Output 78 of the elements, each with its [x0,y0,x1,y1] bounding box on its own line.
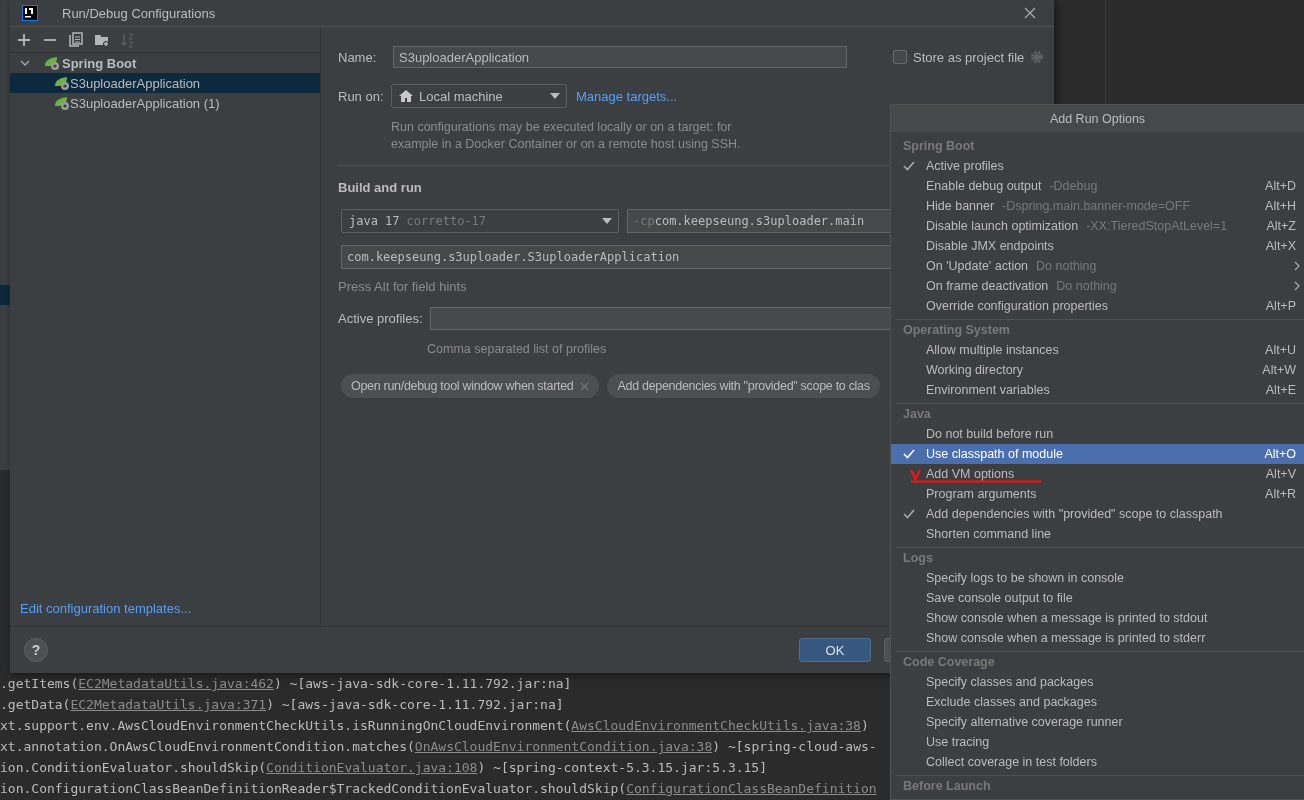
menu-item[interactable]: Add dependencies with "provided" scope to classpath [891,504,1304,524]
menu-item[interactable]: Show console when a message is printed to stdout [891,608,1304,628]
add-icon[interactable] [16,31,32,48]
spring-leaf-icon [44,55,60,71]
menu-item[interactable]: Environment variables Alt+E [891,380,1304,400]
help-button[interactable]: ? [24,638,48,662]
tree-item[interactable]: Spring Boot [10,53,320,73]
check-icon [902,161,915,171]
ok-button[interactable]: OK [799,638,871,662]
app-logo-icon [22,5,38,21]
section-title: Build and run [338,180,422,195]
run-on-label: Run on: [338,88,385,104]
menu-item[interactable]: Allow multiple instances Alt+U [891,340,1304,360]
window-title: Run/Debug Configurations [62,5,216,21]
templates-link[interactable]: Edit configuration templates... [20,601,192,616]
tree-item[interactable]: S3uploaderApplication (1) [10,93,320,113]
menu-item[interactable]: Show console when a message is printed to stderr [891,628,1304,648]
menu-item[interactable]: Do not build before run [891,424,1304,444]
menu-item[interactable]: Program arguments Alt+R [891,484,1304,504]
menu-item[interactable]: Specify alternative coverage runner [891,712,1304,732]
menu-item[interactable]: On frame deactivation Do nothing [891,276,1304,296]
menu-item[interactable]: Collect coverage in test folders [891,752,1304,772]
console-line: ion.ConfigurationClassBeanDefinitionReader$TrackedConditionEvaluator.shouldSkip(ConfigurationClassBeanDefinition [0,780,877,798]
section-header: Java [902,406,931,423]
console-line: .getItems(EC2MetadataUtils.java:462) ~[aws-java-sdk-core-1.11.792.jar:na] [0,675,572,693]
caret-icon [550,93,560,99]
source-link[interactable]: AwsCloudEnvironmentCheckUtils.java:38 [571,718,861,733]
section-header: Operating System [902,322,1010,339]
option-chip[interactable]: Add dependencies with "provided" scope to clas [607,374,880,398]
section-header: Before Launch [902,778,991,795]
selected-row-marker [0,285,10,305]
menu-item[interactable]: Exclude classes and packages [891,692,1304,712]
source-link[interactable]: EC2MetadataUtils.java:462 [78,676,274,691]
menu-item[interactable]: Enable debug output -Ddebug Alt+D [891,176,1304,196]
source-link[interactable]: ConditionEvaluator.java:108 [266,760,478,775]
menu-item[interactable]: Use classpath of module Alt+O [891,444,1304,464]
menu-item[interactable]: Working directory Alt+W [891,360,1304,380]
console-line: xt.annotation.OnAwsCloudEnvironmentCondition.matches(OnAwsCloudEnvironmentCondition.java:38) ~[spring-cloud-aws- [0,738,877,756]
run-on-dropdown[interactable]: Local machine [391,84,567,108]
menu-item[interactable]: Add VM options Alt+V [891,464,1304,484]
popup-title: Add Run Options [891,105,1304,132]
spring-leaf-icon [54,75,70,91]
field-hint: Press Alt for field hints [338,279,467,294]
section-header: Logs [902,550,933,567]
profiles-description: Comma separated list of profiles [427,341,607,358]
menu-item[interactable]: Specify classes and packages [891,672,1304,692]
name-field[interactable]: S3uploaderApplication [393,46,847,68]
console-line: xt.support.env.AwsCloudEnvironmentCheckUtils.isRunningOnCloudEnvironment(AwsCloudEnvironmentCheckUtils.java:38) [0,717,869,735]
menu-item[interactable]: Override configuration properties Alt+P [891,296,1304,316]
name-label: Name: [338,49,378,65]
source-link[interactable]: ConfigurationClassBeanDefinition [626,781,877,796]
store-checkbox[interactable] [893,50,907,64]
jdk-dropdown[interactable]: java 17 corretto-17 [341,209,619,233]
tree-item[interactable]: S3uploaderApplication [10,73,320,93]
close-icon[interactable] [1024,7,1036,19]
chevron-icon[interactable] [20,58,30,68]
section-header: Spring Boot [902,138,975,155]
check-icon [902,449,915,459]
profiles-label: Active profiles: [338,311,424,326]
menu-item[interactable]: Save console output to file [891,588,1304,608]
run-on-description: Run configurations may be executed locally or on a target: for example in a Docker Container or on a remote host using SSH. [391,119,741,153]
menu-item[interactable]: Specify logs to be shown in console [891,568,1304,588]
check-icon [902,509,915,519]
menu-item[interactable]: Shorten command line [891,524,1304,544]
console-line: .getData(EC2MetadataUtils.java:371) ~[aws-java-sdk-core-1.11.792.jar:na] [0,696,564,714]
caret-icon [602,218,612,224]
option-chip[interactable]: Open run/debug tool window when started [341,374,600,398]
source-link[interactable]: OnAwsCloudEnvironmentCondition.java:38 [414,739,713,754]
home-icon [399,90,413,102]
source-link[interactable]: EC2MetadataUtils.java:371 [70,697,267,712]
section-header: Code Coverage [902,654,995,671]
spring-leaf-icon [54,95,70,111]
menu-item[interactable]: Active profiles [891,156,1304,176]
manage-targets-link[interactable]: Manage targets... [576,88,678,104]
store-label[interactable]: Store as project file [913,49,1025,65]
menu-item[interactable]: Use tracing [891,732,1304,752]
console-line: ion.ConditionEvaluator.shouldSkip(ConditionEvaluator.java:108) ~[spring-context-5.3.15.jar:5.3.15] [0,759,768,777]
copy-icon[interactable] [68,31,84,48]
